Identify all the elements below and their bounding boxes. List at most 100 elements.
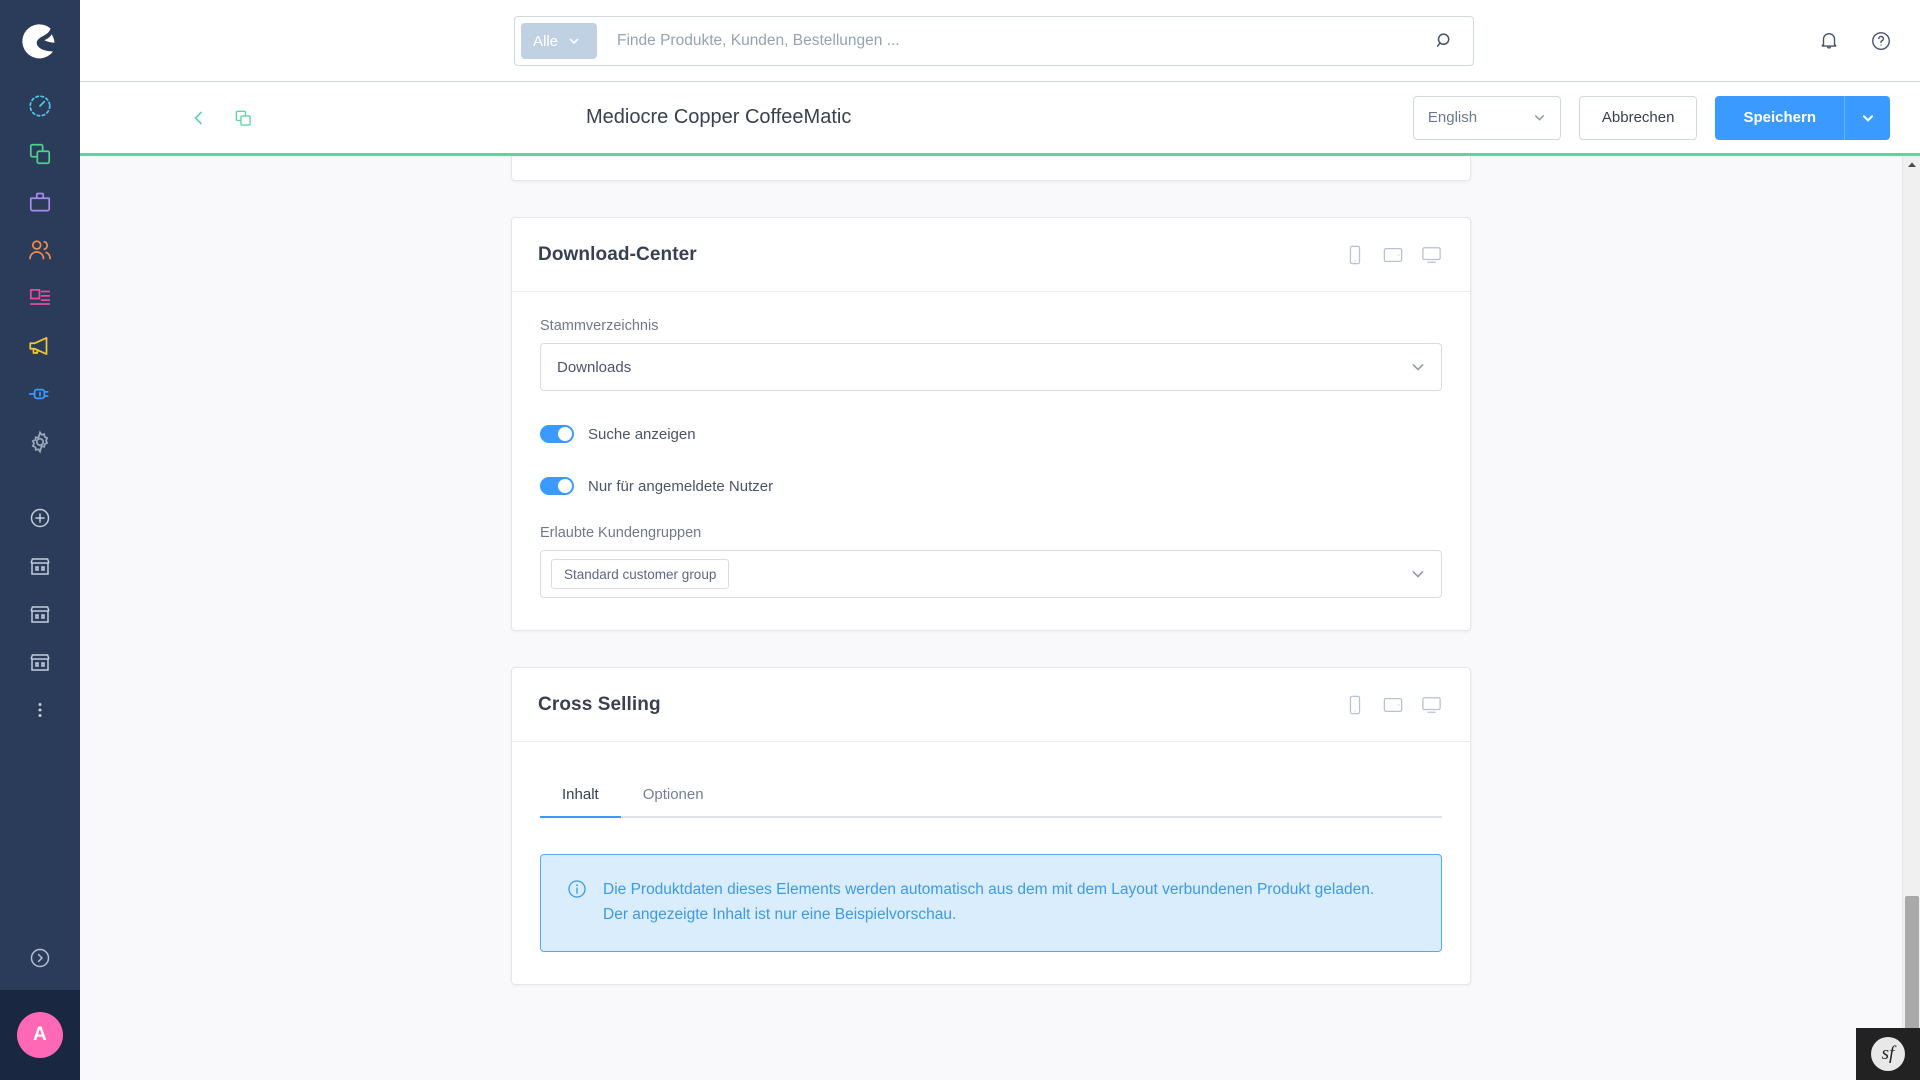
chevron-left-icon xyxy=(194,111,202,124)
vertical-scrollbar[interactable] xyxy=(1902,156,1920,1080)
sidebar-item-add-shortcut[interactable] xyxy=(0,494,80,542)
cross-selling-tabs: Inhalt Optionen xyxy=(540,786,1442,818)
sidebar-item-more[interactable] xyxy=(0,686,80,734)
sidebar-item-customers[interactable] xyxy=(0,226,80,274)
sidebar-item-extensions[interactable] xyxy=(0,370,80,418)
sidebar-item-content[interactable] xyxy=(0,274,80,322)
root-directory-select[interactable]: Downloads xyxy=(540,343,1442,391)
symfony-logo-icon: sf xyxy=(1871,1037,1905,1071)
sidebar-footer: A xyxy=(0,926,80,1080)
content-area: Download-Center Stammverzeichnis Downloa… xyxy=(80,156,1920,1080)
desktop-icon xyxy=(1421,696,1441,713)
sidebar-item-marketing[interactable] xyxy=(0,322,80,370)
content-scroll: Download-Center Stammverzeichnis Downloa… xyxy=(80,156,1902,1080)
sidebar-shortcuts xyxy=(0,494,80,734)
section-title: Cross Selling xyxy=(538,693,661,715)
info-alert: Die Produktdaten dieses Elements werden … xyxy=(540,854,1442,953)
storefront-icon xyxy=(30,558,50,575)
tab-optionen[interactable]: Optionen xyxy=(621,786,726,816)
search-scope-dropdown[interactable]: Alle xyxy=(521,23,597,59)
viewport-desktop-button[interactable] xyxy=(1418,242,1444,268)
shopware-logo[interactable] xyxy=(0,0,80,82)
sidebar: A xyxy=(0,0,80,1080)
app-root: A Alle Finde Produkte, Kunden, Bestellun… xyxy=(0,0,1920,1080)
sidebar-item-store-2[interactable] xyxy=(0,590,80,638)
customer-group-chip[interactable]: Standard customer group xyxy=(551,559,730,589)
section-download-center: Download-Center Stammverzeichnis Downloa… xyxy=(511,217,1471,631)
cancel-button[interactable]: Abbrechen xyxy=(1578,95,1698,140)
copy-stack-icon xyxy=(29,143,51,165)
storefront-icon xyxy=(30,606,50,623)
sidebar-item-catalogues[interactable] xyxy=(0,130,80,178)
tab-inhalt[interactable]: Inhalt xyxy=(540,786,621,818)
section-cross-selling: Cross Selling Inhalt Optionen Die Produk… xyxy=(511,667,1471,986)
toggle-row-logged-in-only: Nur für angemeldete Nutzer xyxy=(540,477,1442,495)
search-scope-label: Alle xyxy=(533,32,559,50)
viewport-desktop-button[interactable] xyxy=(1418,692,1444,718)
sidebar-item-store-1[interactable] xyxy=(0,542,80,590)
section-header: Cross Selling xyxy=(512,668,1470,742)
question-circle-icon xyxy=(1872,32,1890,50)
viewport-mobile-button[interactable] xyxy=(1342,692,1368,718)
sidebar-main-nav xyxy=(0,82,80,466)
logged-in-only-toggle[interactable] xyxy=(540,477,574,495)
dots-vertical-icon xyxy=(38,703,42,717)
chevron-down-icon xyxy=(1534,115,1544,121)
language-select-value: English xyxy=(1427,109,1478,126)
previous-section-card-partial xyxy=(511,156,1471,181)
main-column: Alle Finde Produkte, Kunden, Bestellunge… xyxy=(80,0,1920,1080)
save-button[interactable]: Speichern xyxy=(1715,95,1844,140)
chevron-down-icon xyxy=(1412,364,1424,371)
viewport-mobile-button[interactable] xyxy=(1342,242,1368,268)
desktop-icon xyxy=(1421,246,1441,263)
chevron-down-icon xyxy=(1412,571,1424,578)
chevron-right-circle-icon xyxy=(30,948,50,968)
plus-circle-icon xyxy=(30,508,50,528)
gauge-icon xyxy=(29,95,51,117)
section-title: Download-Center xyxy=(538,243,697,265)
gear-icon xyxy=(31,430,49,454)
root-directory-label: Stammverzeichnis xyxy=(540,318,659,334)
root-directory-value: Downloads xyxy=(557,358,632,376)
mobile-icon xyxy=(1349,695,1361,714)
scroll-up-icon xyxy=(1907,162,1916,167)
viewport-switcher xyxy=(1342,692,1444,718)
notifications-button[interactable] xyxy=(1814,26,1844,56)
sidebar-item-dashboard[interactable] xyxy=(0,82,80,130)
info-circle-icon xyxy=(568,880,586,898)
content-page-icon xyxy=(29,289,51,305)
bell-icon xyxy=(1821,33,1837,49)
briefcase-icon xyxy=(29,192,51,212)
save-options-button[interactable] xyxy=(1844,95,1890,140)
back-button[interactable] xyxy=(182,101,216,135)
viewport-tablet-button[interactable] xyxy=(1380,242,1406,268)
language-select[interactable]: English xyxy=(1412,95,1561,140)
customer-groups-select[interactable]: Standard customer group xyxy=(540,550,1442,598)
logged-in-only-label: Nur für angemeldete Nutzer xyxy=(588,477,774,495)
page-header-actions: English Abbrechen Speichern xyxy=(1412,82,1890,153)
duplicate-button[interactable] xyxy=(226,101,260,135)
toggle-row-show-search: Suche anzeigen xyxy=(540,425,1442,443)
tablet-icon xyxy=(1383,247,1403,262)
customer-groups-label: Erlaubte Kundengruppen xyxy=(540,525,702,541)
show-search-label: Suche anzeigen xyxy=(588,425,696,443)
viewport-switcher xyxy=(1342,242,1444,268)
symfony-profiler-toolbar[interactable]: sf xyxy=(1856,1028,1920,1080)
sidebar-expand-button[interactable] xyxy=(0,926,80,990)
user-avatar-container[interactable]: A xyxy=(0,990,80,1080)
avatar: A xyxy=(17,1012,63,1058)
info-alert-text: Die Produktdaten dieses Elements werden … xyxy=(603,881,1375,924)
show-search-toggle[interactable] xyxy=(540,425,574,443)
sidebar-item-orders[interactable] xyxy=(0,178,80,226)
tablet-icon xyxy=(1383,697,1403,712)
sidebar-item-store-3[interactable] xyxy=(0,638,80,686)
help-button[interactable] xyxy=(1866,26,1896,56)
copy-stack-icon xyxy=(235,110,251,126)
scroll-up-button[interactable] xyxy=(1903,156,1920,173)
section-body: Inhalt Optionen Die Produktdaten dieses … xyxy=(512,742,1470,984)
search-input[interactable] xyxy=(597,32,1423,50)
sidebar-item-settings[interactable] xyxy=(0,418,80,466)
mobile-icon xyxy=(1349,245,1361,264)
search-submit-button[interactable] xyxy=(1423,19,1467,63)
viewport-tablet-button[interactable] xyxy=(1380,692,1406,718)
